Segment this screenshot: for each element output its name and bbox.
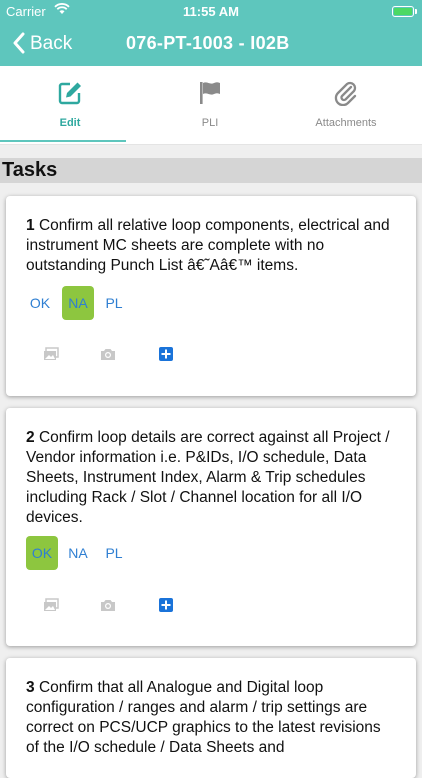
task-description: Confirm all relative loop components, el… [26, 217, 390, 274]
task-number: 3 [26, 679, 35, 696]
page-title: 076-PT-1003 - I02B [126, 33, 290, 53]
option-ok-button[interactable]: OK [26, 536, 58, 570]
back-label: Back [30, 32, 73, 54]
task-description: Confirm that all Analogue and Digital lo… [26, 679, 381, 756]
task-number: 2 [26, 429, 35, 446]
tab-edit-label: Edit [59, 117, 81, 129]
tab-bar: Edit PLI Attachments [0, 66, 422, 145]
chevron-left-icon [12, 32, 26, 55]
task-description: Confirm loop details are correct against… [26, 429, 390, 526]
add-icon[interactable] [158, 347, 174, 361]
flag-icon [200, 82, 220, 104]
section-title: Tasks [0, 158, 422, 183]
camera-icon[interactable] [100, 598, 116, 612]
task-card: 1 Confirm all relative loop components, … [6, 196, 416, 396]
task-card: 3 Confirm that all Analogue and Digital … [6, 658, 416, 778]
status-bar: Carrier 11:55 AM [0, 3, 422, 21]
camera-icon[interactable] [100, 347, 116, 361]
tab-pli-label: PLI [201, 117, 219, 129]
tab-pli[interactable]: PLI [140, 66, 280, 144]
gallery-icon[interactable] [43, 347, 59, 361]
option-pl-button[interactable]: PL [98, 536, 130, 570]
navigation-bar: Carrier 11:55 AM Back 076-PT-1003 - I02B [0, 0, 422, 66]
gallery-icon[interactable] [43, 598, 59, 612]
task-text: 1 Confirm all relative loop components, … [26, 216, 396, 276]
battery-icon [392, 6, 414, 17]
task-number: 1 [26, 217, 35, 234]
back-button[interactable]: Back [12, 32, 72, 55]
task-text: 3 Confirm that all Analogue and Digital … [26, 678, 396, 758]
option-ok-button[interactable]: OK [24, 286, 56, 320]
option-na-button[interactable]: NA [62, 286, 94, 320]
edit-icon [58, 82, 81, 105]
task-text: 2 Confirm loop details are correct again… [26, 428, 396, 528]
battery-tip [415, 9, 417, 14]
paperclip-icon [334, 81, 357, 106]
tab-attachments-label: Attachments [315, 117, 377, 129]
clock: 11:55 AM [183, 4, 239, 19]
tab-attachments[interactable]: Attachments [276, 66, 416, 144]
add-icon[interactable] [158, 598, 174, 612]
tab-edit[interactable]: Edit [0, 66, 140, 144]
option-pl-button[interactable]: PL [98, 286, 130, 320]
active-tab-indicator [0, 140, 126, 142]
option-na-button[interactable]: NA [62, 536, 94, 570]
task-card: 2 Confirm loop details are correct again… [6, 408, 416, 646]
